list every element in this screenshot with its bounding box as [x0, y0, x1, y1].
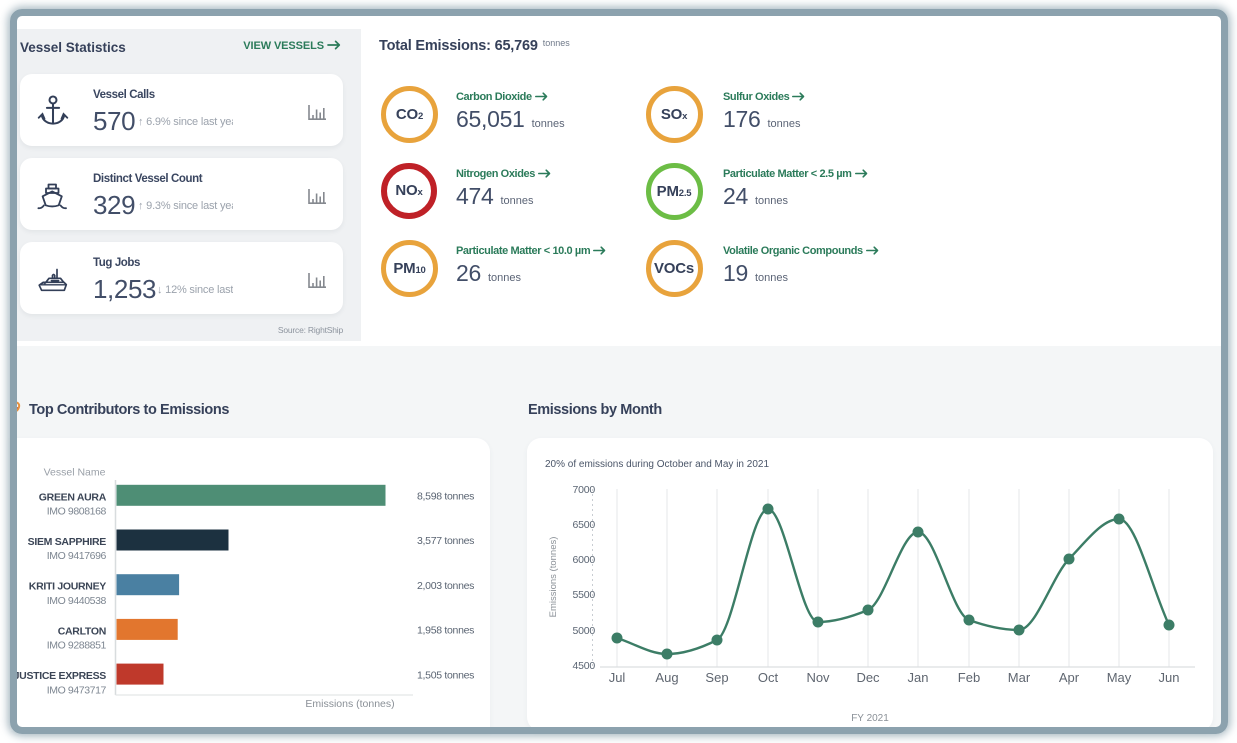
svg-text:Jan: Jan: [908, 670, 929, 685]
svg-text:IMO 9417696: IMO 9417696: [47, 550, 107, 562]
svg-text:IMO 9473717: IMO 9473717: [47, 684, 107, 696]
svg-text:IMO 9288851: IMO 9288851: [47, 640, 107, 652]
svg-text:5500: 5500: [572, 589, 595, 601]
svg-text:4500: 4500: [572, 660, 595, 672]
svg-text:3,577 tonnes: 3,577 tonnes: [417, 535, 474, 547]
svg-text:20% of emissions during Octobe: 20% of emissions during October and May …: [545, 459, 769, 470]
svg-text:SIEM SAPPHIRE: SIEM SAPPHIRE: [28, 536, 107, 548]
svg-text:KRITI JOURNEY: KRITI JOURNEY: [29, 581, 106, 593]
svg-text:2,003 tonnes: 2,003 tonnes: [417, 580, 474, 592]
svg-text:Aug: Aug: [655, 670, 678, 685]
svg-text:CARLTON: CARLTON: [58, 625, 106, 637]
svg-text:Vessel Name: Vessel Name: [44, 467, 106, 479]
svg-text:FY 2021: FY 2021: [851, 713, 889, 724]
svg-text:1,958 tonnes: 1,958 tonnes: [417, 625, 474, 637]
svg-text:Nov: Nov: [806, 670, 830, 685]
svg-text:6000: 6000: [572, 554, 595, 566]
svg-text:6500: 6500: [572, 519, 595, 531]
svg-text:5000: 5000: [572, 625, 595, 637]
svg-text:Feb: Feb: [958, 670, 980, 685]
svg-text:7000: 7000: [572, 484, 595, 496]
svg-text:GREEN AURA: GREEN AURA: [39, 491, 107, 503]
svg-text:JUSTICE EXPRESS: JUSTICE EXPRESS: [14, 670, 107, 682]
svg-text:8,598 tonnes: 8,598 tonnes: [417, 491, 474, 503]
svg-text:May: May: [1107, 670, 1132, 685]
svg-text:Sep: Sep: [705, 670, 728, 685]
svg-text:Oct: Oct: [758, 670, 779, 685]
svg-text:Emissions (tonnes): Emissions (tonnes): [305, 698, 394, 710]
svg-text:1,505 tonnes: 1,505 tonnes: [417, 669, 474, 681]
svg-text:Mar: Mar: [1008, 670, 1031, 685]
svg-text:Apr: Apr: [1059, 670, 1080, 685]
svg-text:Emissions (tonnes): Emissions (tonnes): [548, 537, 559, 618]
svg-text:Jun: Jun: [1159, 670, 1180, 685]
svg-text:IMO 9440538: IMO 9440538: [47, 595, 107, 607]
svg-text:Dec: Dec: [856, 670, 880, 685]
svg-text:IMO 9808168: IMO 9808168: [47, 506, 107, 518]
svg-text:Jul: Jul: [609, 670, 626, 685]
